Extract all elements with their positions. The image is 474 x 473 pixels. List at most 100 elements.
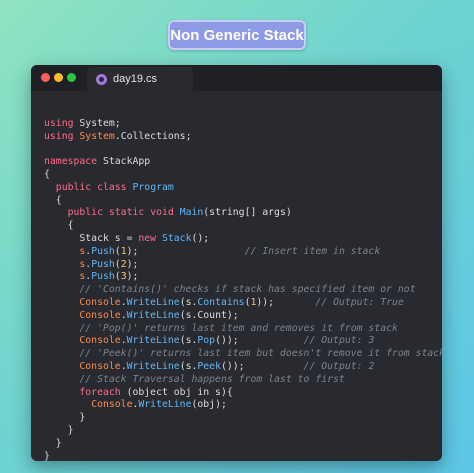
code-line: Console.WriteLine(s.Peek()); // Output: … <box>44 361 442 374</box>
code-token: )); <box>256 296 275 308</box>
code-line: Console.WriteLine(obj); <box>44 399 442 412</box>
code-token: StackApp <box>97 156 151 168</box>
code-token: static <box>108 207 145 219</box>
code-token: Console <box>79 296 121 308</box>
code-token: WriteLine <box>126 296 180 308</box>
code-token: class <box>97 181 127 193</box>
code-token: Program <box>132 181 174 193</box>
maximize-dot-icon[interactable] <box>67 73 76 82</box>
code-line: s.Push(3); <box>44 271 442 284</box>
code-token: Pop <box>197 335 216 347</box>
code-token: Console <box>91 399 133 411</box>
code-token: Main <box>179 207 204 219</box>
code-token: (string[] args) <box>203 207 292 219</box>
code-token: using <box>44 130 74 142</box>
code-token: ); <box>126 271 139 283</box>
code-token: Peek <box>197 360 221 372</box>
code-token: (s. <box>179 296 198 308</box>
code-token: Stack s = <box>44 232 139 244</box>
code-token: (obj); <box>191 399 227 411</box>
code-token: public <box>67 207 103 219</box>
title-badge: Non Generic Stack <box>168 20 306 50</box>
code-token: WriteLine <box>126 360 180 372</box>
code-line: foreach (object obj in s){ <box>44 387 442 400</box>
code-token: ); <box>126 258 139 270</box>
code-token: // Insert item in stack <box>138 245 381 257</box>
code-token: WriteLine <box>126 309 180 321</box>
code-token: Push <box>91 271 115 283</box>
code-token: (s. <box>179 335 198 347</box>
code-line: // 'Pop()' returns last item and removes… <box>44 323 442 336</box>
code-line: { <box>44 169 442 182</box>
code-token: (s. <box>179 360 198 372</box>
code-line: // Stack Traversal happens from last to … <box>44 374 442 387</box>
code-token: namespace <box>44 156 98 168</box>
tab-day19[interactable]: day19.cs <box>87 67 193 91</box>
code-line: Stack s = new Stack(); <box>44 233 442 246</box>
code-line: public class Program <box>44 182 442 195</box>
code-token: ); <box>126 245 139 257</box>
code-line: // 'Contains()' checks if stack has spec… <box>44 284 442 297</box>
code-token: Contains <box>197 296 245 308</box>
window-titlebar: day19.cs <box>31 65 442 91</box>
code-token: WriteLine <box>126 335 180 347</box>
code-token: { <box>44 194 62 206</box>
code-token: ()); <box>220 360 245 372</box>
code-token: void <box>150 207 174 219</box>
code-token: } <box>44 450 50 461</box>
code-line: // 'Peek()' returns last item but doesn'… <box>44 348 442 361</box>
code-token: foreach <box>79 386 121 398</box>
code-token: { <box>44 168 50 180</box>
code-token: } <box>44 437 62 449</box>
code-line: s.Push(2); <box>44 259 442 272</box>
code-line: } <box>44 451 442 461</box>
code-line: using System.Collections; <box>44 131 442 144</box>
code-token: Console <box>79 335 121 347</box>
code-token: // Output: True <box>274 296 404 308</box>
code-token: System; <box>73 117 121 129</box>
code-line: Console.WriteLine(s.Count); <box>44 310 442 323</box>
code-token: (s.Count); <box>179 309 239 321</box>
code-token: // 'Contains()' checks if stack has spec… <box>44 284 416 296</box>
code-token: (); <box>191 232 210 244</box>
code-line: s.Push(1); // Insert item in stack <box>44 246 442 259</box>
code-line: namespace StackApp <box>44 156 442 169</box>
code-window: day19.cs using System; using System.Colle… <box>31 65 442 461</box>
code-line: { <box>44 220 442 233</box>
code-token: .Collections; <box>114 130 192 142</box>
code-token: System <box>79 130 115 142</box>
code-line: using System; <box>44 118 442 131</box>
code-token: using <box>44 117 74 129</box>
code-token: Console <box>79 360 121 372</box>
code-token: WriteLine <box>138 399 192 411</box>
code-token: (object obj in s){ <box>120 386 233 398</box>
code-line: { <box>44 195 442 208</box>
code-token: public <box>55 181 92 193</box>
code-token: // 'Pop()' returns last item and removes… <box>44 322 398 334</box>
code-line: } <box>44 412 442 425</box>
code-token: } <box>44 424 74 436</box>
minimize-dot-icon[interactable] <box>54 73 63 82</box>
code-token: Stack <box>161 232 192 244</box>
code-token: Push <box>91 245 115 257</box>
code-line: } <box>44 438 442 451</box>
code-token: ()); <box>215 335 239 347</box>
tab-label: day19.cs <box>113 73 158 85</box>
close-dot-icon[interactable] <box>41 73 50 82</box>
code-token: // 'Peek()' returns last item but doesn'… <box>44 348 442 360</box>
code-token: // Stack Traversal happens from last to … <box>44 373 345 385</box>
code-editor[interactable]: using System; using System.Collections; na… <box>44 105 442 461</box>
